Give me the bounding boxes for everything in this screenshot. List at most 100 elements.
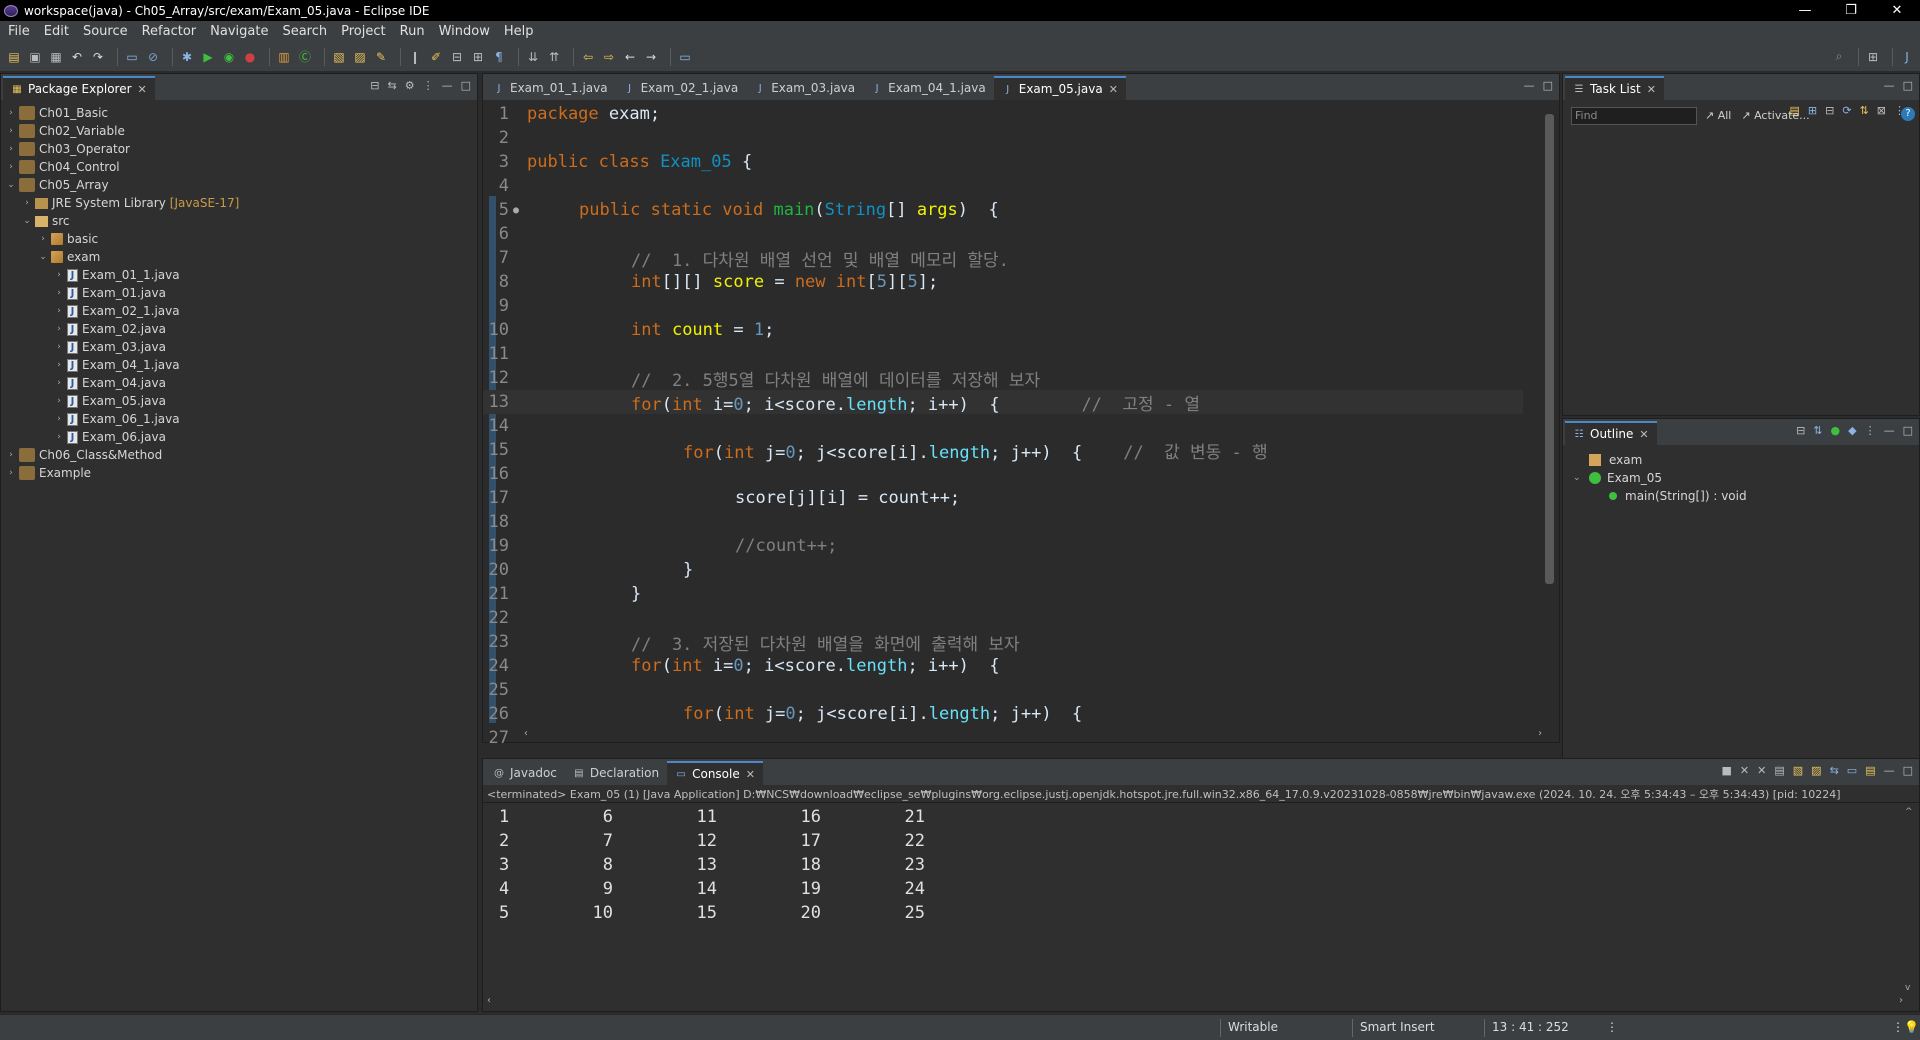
tree-item-package[interactable]: ⌄ exam bbox=[1, 248, 477, 266]
minimize-panel-icon[interactable]: — bbox=[1884, 764, 1895, 777]
tree-item-file[interactable]: › J Exam_02.java bbox=[1, 320, 477, 338]
tree-item-file[interactable]: › J Exam_04_1.java bbox=[1, 356, 477, 374]
console-vertical-scrollbar[interactable]: ^ v bbox=[1905, 807, 1915, 993]
redo-icon[interactable]: ↷ bbox=[90, 49, 106, 65]
outline-package[interactable]: exam bbox=[1563, 451, 1919, 469]
menu-window[interactable]: Window bbox=[435, 24, 500, 39]
menu-help[interactable]: Help bbox=[500, 24, 544, 39]
clear-console-icon[interactable]: ▤ bbox=[1774, 764, 1784, 777]
editor-horizontal-scrollbar[interactable]: ‹ › bbox=[523, 726, 1543, 740]
menu-edit[interactable]: Edit bbox=[40, 24, 79, 39]
lightbulb-icon[interactable]: 💡 bbox=[1904, 1020, 1919, 1034]
tree-item-project[interactable]: › Ch03_Operator bbox=[1, 140, 477, 158]
tree-item-src[interactable]: ⌄ src bbox=[1, 212, 477, 230]
coverage-icon[interactable]: ◉ bbox=[221, 49, 237, 65]
activate-link[interactable]: ↗ Activate... bbox=[1741, 109, 1809, 122]
editor-tab[interactable]: J Exam_03.java bbox=[746, 76, 863, 100]
collapse-all-icon[interactable]: ⊟ bbox=[1796, 424, 1805, 437]
tree-item-file[interactable]: › J Exam_04.java bbox=[1, 374, 477, 392]
minimize-panel-icon[interactable]: — bbox=[442, 79, 453, 92]
close-icon[interactable]: ✕ bbox=[746, 768, 755, 781]
close-window-button[interactable]: ✕ bbox=[1874, 0, 1920, 21]
filter-icon[interactable]: ⚙ bbox=[405, 79, 415, 92]
tab-outline[interactable]: ☷ Outline ✕ bbox=[1565, 421, 1657, 445]
link-editor-icon[interactable]: ⇆ bbox=[388, 79, 397, 92]
editor-vertical-scrollbar[interactable] bbox=[1543, 100, 1555, 722]
tree-item-file[interactable]: › J Exam_03.java bbox=[1, 338, 477, 356]
editor-tab[interactable]: J Exam_04_1.java bbox=[863, 76, 994, 100]
prev-annotation-icon[interactable]: ⇈ bbox=[546, 49, 562, 65]
tab-package-explorer[interactable]: ▦ Package Explorer ✕ bbox=[3, 76, 155, 100]
tree-item-file[interactable]: › J Exam_06.java bbox=[1, 428, 477, 446]
back-icon[interactable]: ⇨ bbox=[601, 49, 617, 65]
save-icon[interactable]: ▣ bbox=[27, 49, 43, 65]
new-icon[interactable]: ▤ bbox=[6, 49, 22, 65]
filter-icon[interactable]: ⇅ bbox=[1860, 104, 1869, 117]
task-find-input[interactable]: Find bbox=[1571, 107, 1697, 125]
close-icon[interactable]: ✕ bbox=[1647, 83, 1656, 96]
open-type-icon[interactable]: ▧ bbox=[331, 49, 347, 65]
word-wrap-icon[interactable]: ⊟ bbox=[449, 49, 465, 65]
maximize-panel-icon[interactable]: □ bbox=[461, 79, 471, 92]
maximize-panel-icon[interactable]: □ bbox=[1543, 79, 1553, 92]
forward-icon[interactable]: → bbox=[643, 49, 659, 65]
editor-tab-active[interactable]: J Exam_05.java ✕ bbox=[993, 76, 1126, 100]
run-icon[interactable]: ▶ bbox=[200, 49, 216, 65]
tree-item-file[interactable]: › J Exam_01_1.java bbox=[1, 266, 477, 284]
skip-breakpoints-icon[interactable]: ⊘ bbox=[145, 49, 161, 65]
tree-item-project[interactable]: › Ch04_Control bbox=[1, 158, 477, 176]
schedule-icon[interactable]: ⊟ bbox=[1825, 104, 1834, 117]
pin-editor-icon[interactable]: ▭ bbox=[677, 49, 693, 65]
menu-refactor[interactable]: Refactor bbox=[138, 24, 207, 39]
hide-static-icon[interactable]: ◆ bbox=[1848, 424, 1856, 437]
last-edit-icon[interactable]: ⇦ bbox=[580, 49, 596, 65]
tree-item-file[interactable]: › J Exam_01.java bbox=[1, 284, 477, 302]
collapse-all-icon[interactable]: ⊟ bbox=[370, 79, 379, 92]
menu-run[interactable]: Run bbox=[396, 24, 435, 39]
next-annotation-icon[interactable]: ⇊ bbox=[525, 49, 541, 65]
highlight-icon[interactable]: ✐ bbox=[428, 49, 444, 65]
tab-task-list[interactable]: ☰ Task List ✕ bbox=[1565, 76, 1664, 100]
menu-navigate[interactable]: Navigate bbox=[206, 24, 278, 39]
status-menu-icon[interactable]: ⋮ bbox=[1892, 1020, 1904, 1034]
tree-item-file[interactable]: › J Exam_06_1.java bbox=[1, 410, 477, 428]
help-icon[interactable]: ? bbox=[1901, 107, 1915, 121]
terminate-icon[interactable]: ■ bbox=[1722, 764, 1732, 777]
view-menu-icon[interactable]: ⋮ bbox=[1865, 424, 1876, 437]
outline-method[interactable]: main(String[]) : void bbox=[1563, 487, 1919, 505]
maximize-panel-icon[interactable]: □ bbox=[1903, 764, 1913, 777]
open-task-icon[interactable]: ▨ bbox=[352, 49, 368, 65]
hide-fields-icon[interactable]: ● bbox=[1831, 424, 1841, 437]
search-icon[interactable]: ⌕ bbox=[1831, 49, 1847, 65]
menu-file[interactable]: File bbox=[4, 24, 40, 39]
tree-item-project[interactable]: › Ch02_Variable bbox=[1, 122, 477, 140]
tree-item-project[interactable]: ⌄ Ch05_Array bbox=[1, 176, 477, 194]
sort-icon[interactable]: ⇅ bbox=[1813, 424, 1822, 437]
restore-button[interactable]: ❐ bbox=[1828, 0, 1874, 21]
tree-item-package[interactable]: › basic bbox=[1, 230, 477, 248]
menu-source[interactable]: Source bbox=[79, 24, 138, 39]
menu-search[interactable]: Search bbox=[278, 24, 337, 39]
new-class-icon[interactable]: Ⓒ bbox=[297, 49, 313, 65]
tab-declaration[interactable]: ▤ Declaration bbox=[565, 761, 667, 785]
tree-item-project[interactable]: › Example bbox=[1, 464, 477, 482]
close-icon[interactable]: ✕ bbox=[1109, 83, 1118, 96]
block-selection-icon[interactable]: ⊞ bbox=[470, 49, 486, 65]
status-insert-mode[interactable]: Smart Insert bbox=[1360, 1020, 1435, 1034]
search-tool-icon[interactable]: ✎ bbox=[373, 49, 389, 65]
tree-item-file[interactable]: › J Exam_05.java bbox=[1, 392, 477, 410]
menu-project[interactable]: Project bbox=[337, 24, 395, 39]
code-editor[interactable]: 1 package exam; 2 3 public class Exam_05 {… bbox=[483, 100, 1559, 748]
tab-console[interactable]: ▭ Console ✕ bbox=[667, 761, 763, 785]
close-icon[interactable]: ✕ bbox=[1639, 428, 1648, 441]
tree-item-jre[interactable]: › JRE System Library [JavaSE-17] bbox=[1, 194, 477, 212]
forward-back-icon[interactable]: ← bbox=[622, 49, 638, 65]
show-whitespace-icon[interactable]: ¶ bbox=[491, 49, 507, 65]
console-horizontal-scrollbar[interactable]: ‹ › bbox=[487, 995, 1903, 1009]
open-console-icon[interactable]: ▤ bbox=[1865, 764, 1875, 777]
undo-icon[interactable]: ↶ bbox=[69, 49, 85, 65]
java-perspective-icon[interactable]: J bbox=[1899, 49, 1915, 65]
tree-item-project[interactable]: › Ch01_Basic bbox=[1, 104, 477, 122]
external-tools-icon[interactable]: ● bbox=[242, 49, 258, 65]
collapse-icon[interactable]: ⊠ bbox=[1877, 104, 1886, 117]
